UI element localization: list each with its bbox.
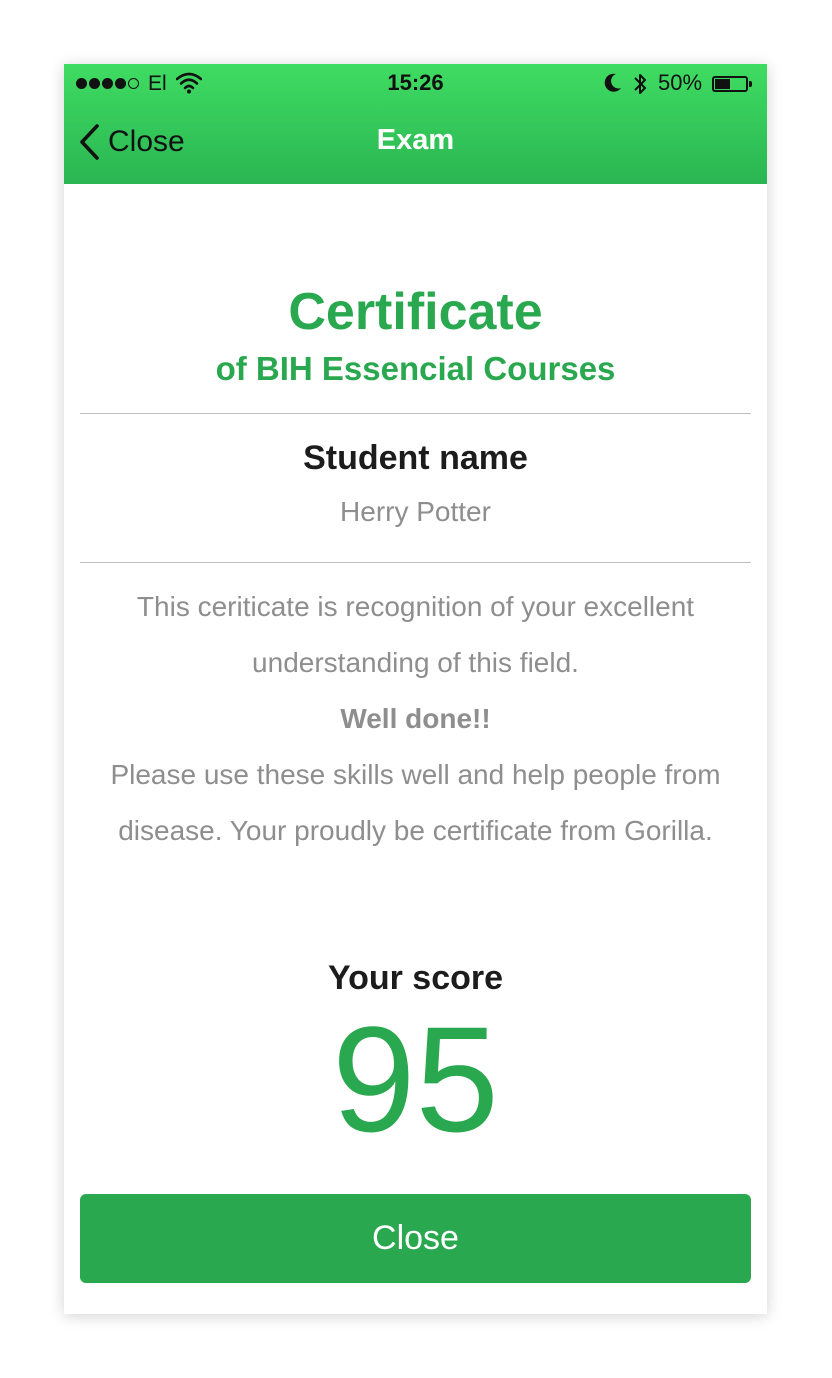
phone-screen: El 15:26 50% Close Exam Certificate of B… [64,64,767,1314]
page-title: Exam [376,124,455,156]
moon-icon [604,73,622,98]
battery-icon [712,76,748,92]
message-well-done: Well done!! [340,703,491,734]
message-line: disease. Your proudly be certificate fro… [118,815,713,846]
bluetooth-icon [632,71,648,102]
certificate-message: This ceriticate is recognition of your e… [64,579,767,859]
top-bar: El 15:26 50% Close Exam [64,64,767,184]
message-line: Please use these skills well and help pe… [110,759,721,790]
divider [80,562,751,563]
battery-fill [715,79,730,89]
divider [80,413,751,414]
student-name-label: Student name [303,439,528,477]
student-name-value: Herry Potter [340,496,491,527]
certificate-title: Certificate [288,283,543,341]
score-label: Your score [327,959,504,997]
close-button[interactable]: Close [80,1194,751,1283]
message-line: This ceriticate is recognition of your e… [136,591,695,622]
battery-tip [749,81,752,87]
score-value: 95 [332,995,499,1163]
battery-percentage: 50% [658,70,703,95]
message-line: understanding of this field. [252,647,579,678]
status-bar: El 15:26 50% [64,64,767,104]
certificate-subtitle: of BIH Essencial Courses [215,350,616,387]
